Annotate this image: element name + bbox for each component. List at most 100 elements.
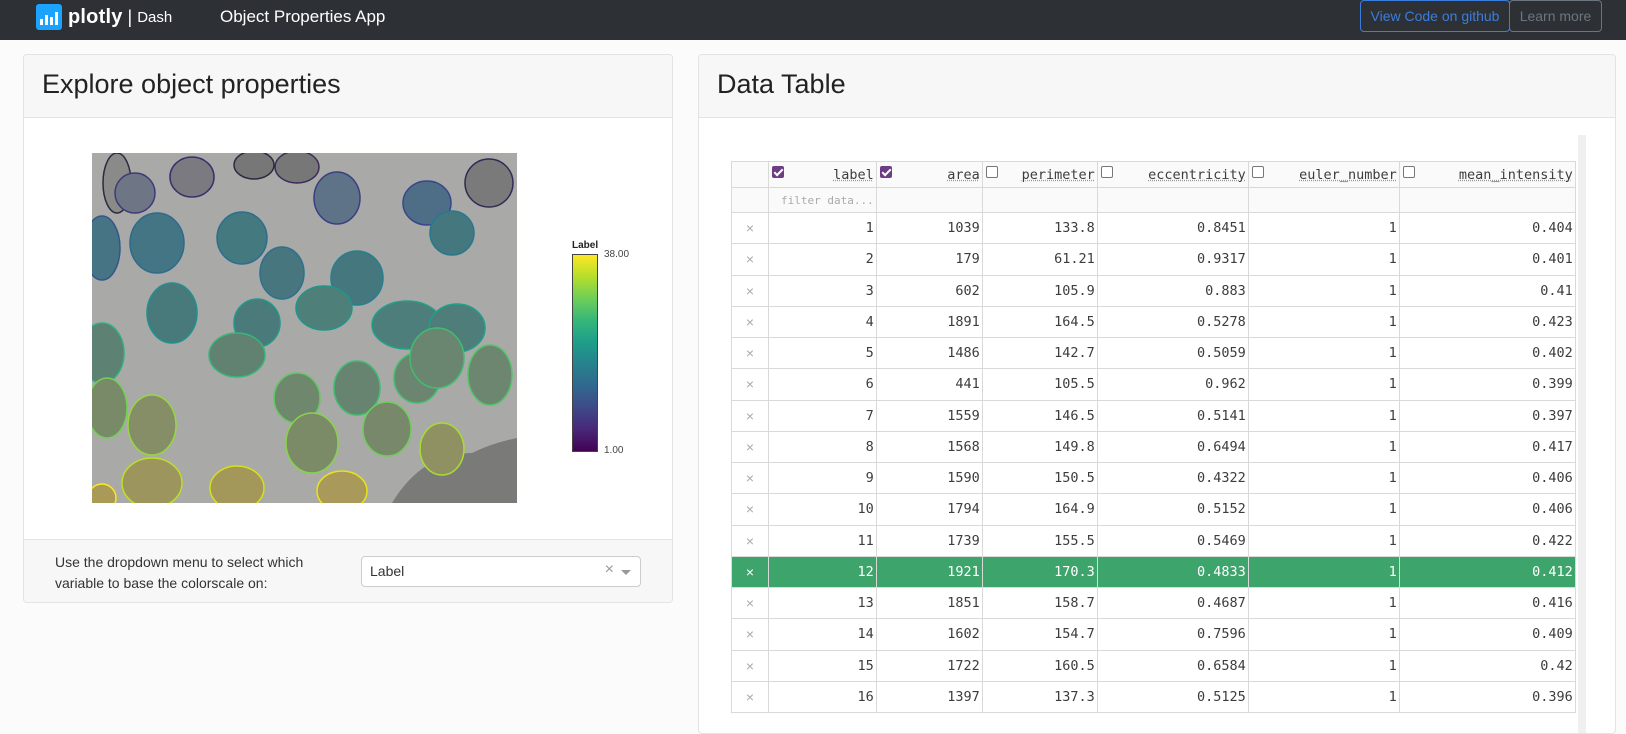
column-header-label[interactable]: label [833,167,874,183]
table-cell[interactable]: 1 [1247,680,1400,714]
table-cell[interactable]: 0.9317 [1096,243,1249,276]
column-header-label[interactable]: area [947,167,980,183]
column-header-mean-intensity[interactable]: mean_intensity [1398,161,1576,188]
column-header-label[interactable]: label [768,161,877,188]
table-cell[interactable]: 16 [768,680,877,714]
learn-more-button[interactable]: Learn more [1509,0,1602,32]
table-cell[interactable]: 0.7596 [1096,618,1249,651]
table-cell[interactable]: 441 [875,368,983,401]
column-select-checkbox[interactable] [985,166,998,178]
table-cell[interactable]: 0.4833 [1096,555,1249,589]
table-cell[interactable]: 1602 [875,618,983,651]
table-cell[interactable]: 142.7 [981,336,1098,370]
table-cell[interactable]: 1 [1247,399,1400,432]
delete-row-icon[interactable]: × [731,524,769,557]
table-row[interactable]: × 15 1722 160.5 0.6584 1 0.42 [731,649,1576,682]
table-cell[interactable]: 1794 [875,493,983,526]
table-cell[interactable]: 0.423 [1398,305,1576,339]
table-cell[interactable]: 1590 [875,461,983,495]
table-cell[interactable]: 0.422 [1398,524,1576,557]
column-header-perimeter[interactable]: perimeter [981,161,1098,188]
column-header-label[interactable]: euler_number [1299,167,1397,183]
table-cell[interactable]: 1 [1247,618,1400,651]
table-cell[interactable]: 0.42 [1398,649,1576,682]
table-cell[interactable]: 14 [768,618,877,651]
table-cell[interactable]: 0.399 [1398,368,1576,401]
delete-row-icon[interactable]: × [731,211,769,245]
table-cell[interactable]: 7 [768,399,877,432]
delete-row-icon[interactable]: × [731,368,769,401]
delete-row-icon[interactable]: × [731,586,769,620]
delete-row-icon[interactable]: × [731,461,769,495]
table-cell[interactable]: 0.406 [1398,493,1576,526]
table-cell[interactable]: 1 [1247,243,1400,276]
table-cell[interactable]: 1851 [875,586,983,620]
table-row[interactable]: × 8 1568 149.8 0.6494 1 0.417 [731,430,1576,464]
table-cell[interactable]: 160.5 [981,649,1098,682]
column-header-label[interactable]: eccentricity [1148,167,1246,183]
column-header-eccentricity[interactable]: eccentricity [1096,161,1249,188]
delete-row-icon[interactable]: × [731,649,769,682]
table-cell[interactable]: 0.4322 [1096,461,1249,495]
table-cell[interactable]: 0.5469 [1096,524,1249,557]
table-cell[interactable]: 0.6584 [1096,649,1249,682]
table-cell[interactable]: 149.8 [981,430,1098,464]
column-header-label[interactable]: perimeter [1022,167,1095,183]
table-row[interactable]: × 10 1794 164.9 0.5152 1 0.406 [731,493,1576,526]
column-header-euler-number[interactable]: euler_number [1247,161,1400,188]
table-cell[interactable]: 5 [768,336,877,370]
table-cell[interactable]: 0.5278 [1096,305,1249,339]
column-select-checkbox[interactable] [1100,166,1113,178]
delete-row-icon[interactable]: × [731,274,769,307]
table-cell[interactable]: 0.416 [1398,586,1576,620]
table-cell[interactable]: 164.5 [981,305,1098,339]
table-cell[interactable]: 0.4687 [1096,586,1249,620]
table-row[interactable]: × 11 1739 155.5 0.5469 1 0.422 [731,524,1576,557]
table-row[interactable]: × 6 441 105.5 0.962 1 0.399 [731,368,1576,401]
table-row[interactable]: × 2 179 61.21 0.9317 1 0.401 [731,243,1576,276]
table-cell[interactable]: 1568 [875,430,983,464]
column-select-checkbox[interactable] [879,166,892,178]
table-cell[interactable]: 15 [768,649,877,682]
delete-row-icon[interactable]: × [731,680,769,714]
table-cell[interactable]: 1 [1247,336,1400,370]
table-cell[interactable]: 0.409 [1398,618,1576,651]
table-cell[interactable]: 158.7 [981,586,1098,620]
table-cell[interactable]: 154.7 [981,618,1098,651]
table-cell[interactable]: 150.5 [981,461,1098,495]
table-cell[interactable]: 0.402 [1398,336,1576,370]
table-row[interactable]: × 3 602 105.9 0.883 1 0.41 [731,274,1576,307]
table-cell[interactable]: 4 [768,305,877,339]
delete-row-icon[interactable]: × [731,336,769,370]
table-cell[interactable]: 164.9 [981,493,1098,526]
table-cell[interactable]: 8 [768,430,877,464]
table-cell[interactable]: 0.397 [1398,399,1576,432]
table-cell[interactable]: 1039 [875,211,983,245]
table-cell[interactable]: 1 [1247,555,1400,589]
view-code-github-button[interactable]: View Code on github [1360,0,1510,32]
filter-input[interactable] [981,187,1098,213]
table-cell[interactable]: 137.3 [981,680,1098,714]
table-scrollbar[interactable] [1578,135,1586,733]
table-cell[interactable]: 602 [875,274,983,307]
table-cell[interactable]: 179 [875,243,983,276]
filter-input[interactable] [1096,187,1249,213]
table-cell[interactable]: 1739 [875,524,983,557]
table-row[interactable]: × 1 1039 133.8 0.8451 1 0.404 [731,211,1576,245]
table-cell[interactable]: 0.5152 [1096,493,1249,526]
delete-row-icon[interactable]: × [731,555,769,589]
table-cell[interactable]: 61.21 [981,243,1098,276]
column-select-checkbox[interactable] [1251,166,1264,178]
table-cell[interactable]: 0.406 [1398,461,1576,495]
table-cell[interactable]: 0.6494 [1096,430,1249,464]
table-cell[interactable]: 1 [1247,461,1400,495]
table-cell[interactable]: 0.401 [1398,243,1576,276]
table-cell[interactable]: 155.5 [981,524,1098,557]
table-cell[interactable]: 1 [1247,586,1400,620]
table-cell[interactable]: 105.5 [981,368,1098,401]
table-cell[interactable]: 0.5141 [1096,399,1249,432]
table-cell[interactable]: 170.3 [981,555,1098,589]
table-row[interactable]: × 5 1486 142.7 0.5059 1 0.402 [731,336,1576,370]
table-cell[interactable]: 1921 [875,555,983,589]
delete-row-icon[interactable]: × [731,399,769,432]
